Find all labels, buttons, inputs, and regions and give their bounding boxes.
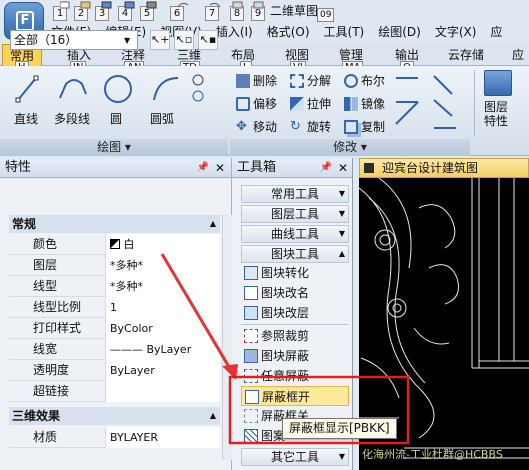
watermark: 化海州流-工业杜群@HCBBS [362, 448, 503, 461]
tooltip: 屏蔽框显示[PBKK] [282, 418, 397, 439]
annotation-overlay [160, 253, 410, 445]
red-arrow [160, 253, 234, 373]
